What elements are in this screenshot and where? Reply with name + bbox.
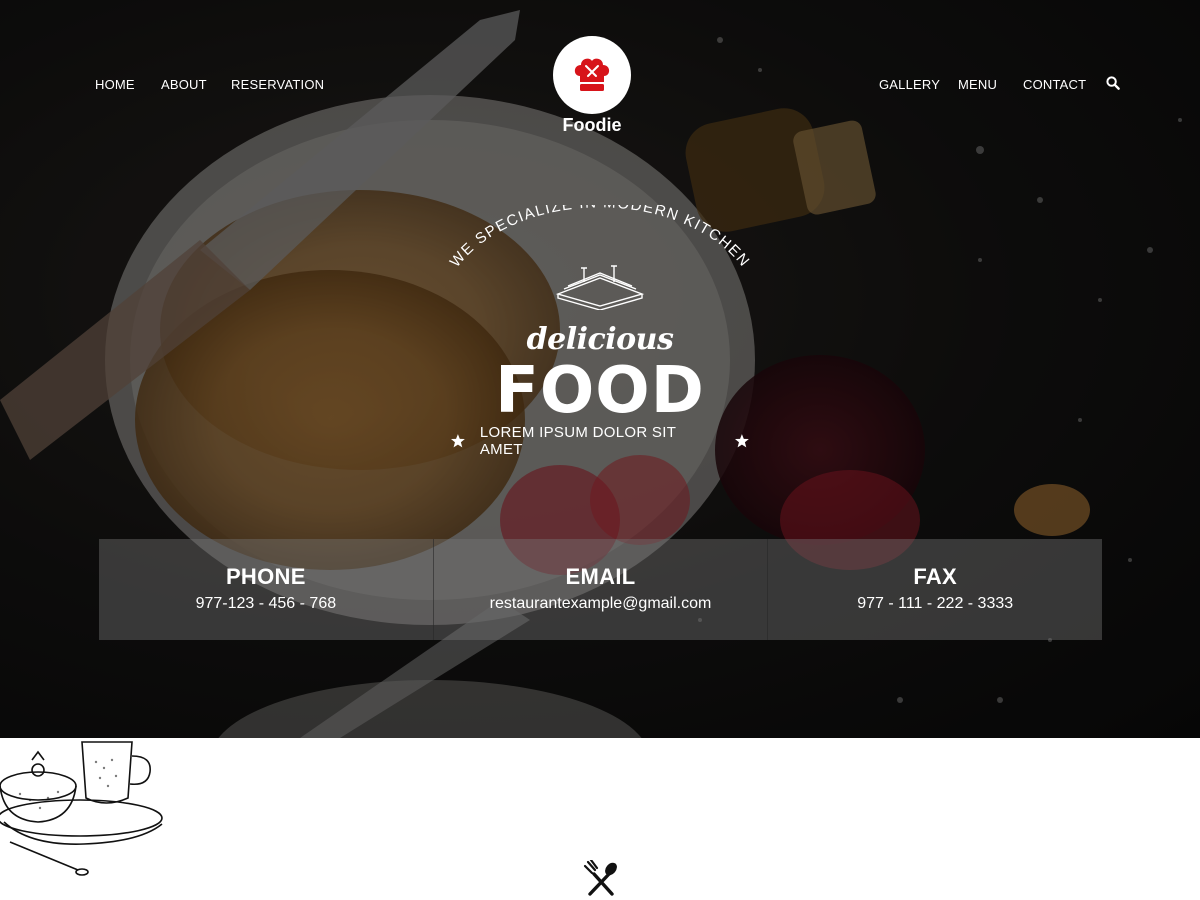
teapot-sketch-icon <box>0 741 163 876</box>
hero-section: HOME ABOUT RESERVATION GALLERY MENU CONT… <box>0 0 1200 738</box>
contact-label: FAX <box>913 564 958 589</box>
site-logo[interactable]: Foodie <box>550 36 634 136</box>
hero-title: FOOD <box>495 354 705 428</box>
contact-fax: FAX 977 - 111 - 222 - 3333 <box>768 539 1102 640</box>
star-icon <box>450 434 465 448</box>
sandwich-icon <box>555 265 645 310</box>
contact-label: EMAIL <box>565 564 636 589</box>
nav-link-menu[interactable]: MENU <box>958 77 997 92</box>
contact-info-strip: PHONE 977-123 - 456 - 768 EMAIL restaura… <box>99 539 1102 640</box>
nav-link-contact[interactable]: CONTACT <box>1023 77 1086 92</box>
nav-link-about[interactable]: ABOUT <box>161 77 207 92</box>
svg-text:WE SPECIALIZE IN MODERN KITCHE: WE SPECIALIZE IN MODERN KITCHEN <box>447 205 754 271</box>
contact-phone: PHONE 977-123 - 456 - 768 <box>99 539 434 640</box>
contact-value[interactable]: 977-123 - 456 - 768 <box>99 595 433 613</box>
search-button[interactable] <box>1106 76 1122 92</box>
star-icon <box>735 434 749 448</box>
contact-email: EMAIL restaurantexample@gmail.com <box>434 539 769 640</box>
contact-label: PHONE <box>225 564 306 589</box>
nav-link-home[interactable]: HOME <box>95 77 135 92</box>
contact-value[interactable]: restaurantexample@gmail.com <box>434 595 768 613</box>
logo-text: Foodie <box>562 115 622 135</box>
search-icon <box>1106 76 1120 90</box>
nav-link-reservation[interactable]: RESERVATION <box>231 77 324 92</box>
contact-value: 977 - 111 - 222 - 3333 <box>857 595 1014 612</box>
chef-hat-icon <box>574 58 610 91</box>
logo-badge <box>553 36 631 114</box>
hero-script-heading: delicious <box>526 322 674 357</box>
hero-tagline: LOREM IPSUM DOLOR SIT AMET <box>479 424 676 458</box>
nav-link-gallery[interactable]: GALLERY <box>879 77 940 92</box>
hero-tagline-row: LOREM IPSUM DOLOR SIT AMET <box>450 424 750 458</box>
utensils-icon <box>583 860 617 896</box>
